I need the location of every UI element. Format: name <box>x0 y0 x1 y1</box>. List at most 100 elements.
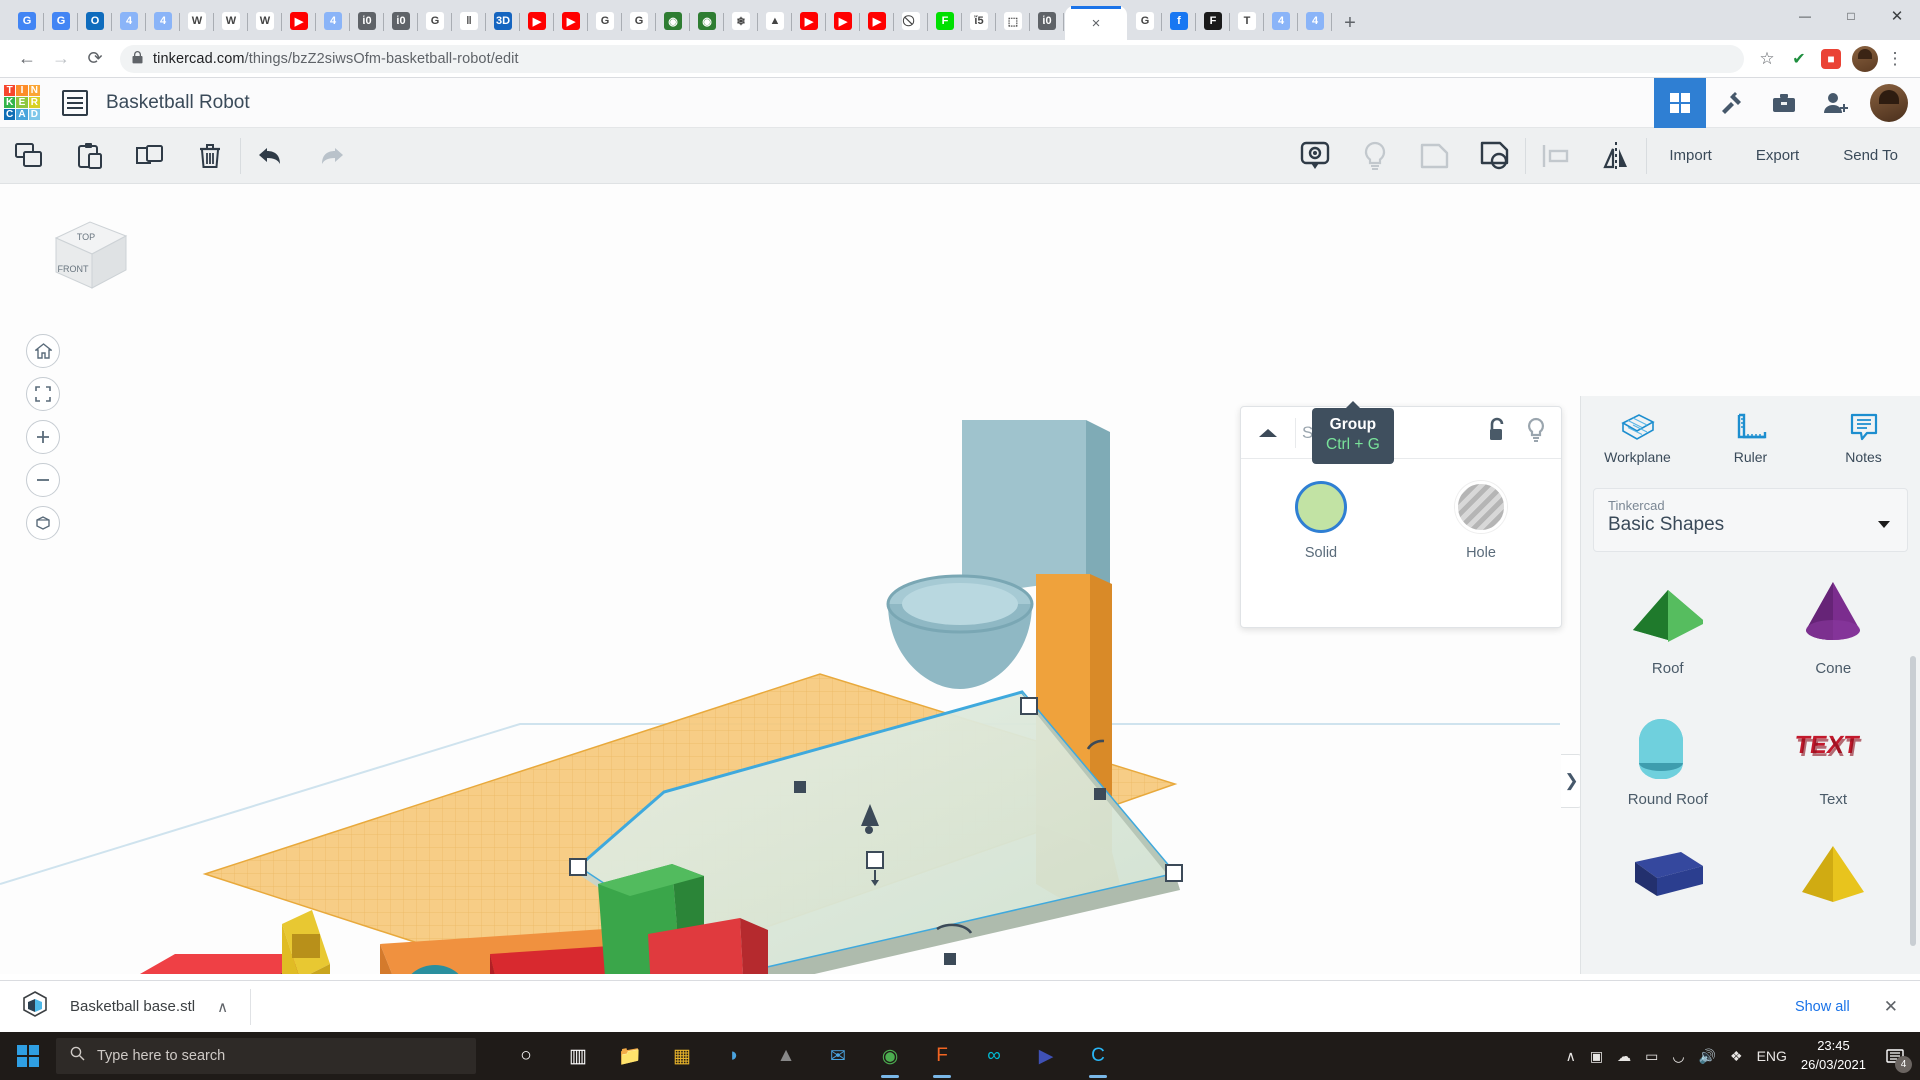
ruler-tool[interactable]: Ruler <box>1694 396 1807 482</box>
zoom-out-icon[interactable] <box>26 463 60 497</box>
show-all-downloads-button[interactable]: Show all <box>1781 992 1864 1022</box>
copy-button[interactable] <box>0 128 60 184</box>
shape-box-blue[interactable] <box>1585 838 1751 922</box>
add-user-icon[interactable] <box>1810 78 1862 128</box>
paste-button[interactable] <box>60 128 120 184</box>
fit-to-view-icon[interactable] <box>26 377 60 411</box>
redo-button[interactable] <box>301 128 361 184</box>
google-icon[interactable]: G <box>588 2 622 40</box>
notification-center-button[interactable]: 4 <box>1880 1041 1910 1071</box>
youtube-icon[interactable]: ▶ <box>554 2 588 40</box>
file-explorer-icon[interactable]: 📁 <box>608 1032 652 1080</box>
font-f-icon[interactable]: F <box>1196 2 1230 40</box>
hole-option[interactable]: Hole <box>1401 481 1561 561</box>
fortnite-f-icon[interactable]: F <box>928 2 962 40</box>
youtube-icon[interactable]: ▶ <box>282 2 316 40</box>
group-button[interactable] <box>1405 128 1465 184</box>
microsoft-store-icon[interactable]: ▦ <box>660 1032 704 1080</box>
reload-icon[interactable]: ⟳ <box>78 42 112 76</box>
workplane-tool[interactable]: Workplane <box>1581 396 1694 482</box>
language-indicator[interactable]: ENG <box>1757 1048 1787 1064</box>
chrome-icon[interactable]: ◉ <box>868 1032 912 1080</box>
shape-roof[interactable]: Roof <box>1585 576 1751 677</box>
show-hide-button[interactable] <box>1285 128 1345 184</box>
close-downloads-icon[interactable]: ✕ <box>1884 997 1898 1017</box>
export-button[interactable]: Export <box>1734 128 1821 184</box>
show-hidden-icons[interactable]: ∧ <box>1566 1048 1576 1065</box>
shape-library-select[interactable]: Tinkercad Basic Shapes <box>1593 488 1908 552</box>
back-icon[interactable]: ← <box>10 42 44 76</box>
bird-app-icon[interactable]: ◗ <box>712 1032 756 1080</box>
wikipedia-icon[interactable]: W <box>180 2 214 40</box>
profile-avatar-icon[interactable]: ὆4 <box>1298 2 1332 40</box>
page-title[interactable]: Basketball Robot <box>106 92 250 114</box>
tinkercad-logo[interactable]: TINKERCAD <box>4 85 40 121</box>
youtube-icon[interactable]: ▶ <box>860 2 894 40</box>
mirror-button[interactable] <box>1586 128 1646 184</box>
cortana-icon[interactable]: ○ <box>504 1032 548 1080</box>
import-button[interactable]: Import <box>1647 128 1734 184</box>
google-icon[interactable]: G <box>622 2 656 40</box>
globe-icon[interactable]: ἱ0 <box>1030 2 1064 40</box>
chrome-menu-icon[interactable]: ⋮ <box>1880 44 1910 74</box>
wikipedia-icon[interactable]: W <box>248 2 282 40</box>
address-bar[interactable]: tinkercad.com/things/bzZ2siwsOfm-basketb… <box>120 45 1744 73</box>
tinkercad-icon[interactable]: T <box>1230 2 1264 40</box>
chevron-up-icon[interactable]: ∧ <box>217 998 228 1016</box>
light-button[interactable] <box>1345 128 1405 184</box>
shape-cone[interactable]: Cone <box>1751 576 1917 677</box>
taskbar-search[interactable]: Type here to search <box>56 1038 476 1074</box>
notes-tool[interactable]: Notes <box>1807 396 1920 482</box>
bookmark-star-icon[interactable]: ☆ <box>1752 44 1782 74</box>
new-tab-button[interactable]: + <box>1336 9 1364 37</box>
google-icon[interactable]: G <box>1128 2 1162 40</box>
tomato-icon[interactable]: ἴ5 <box>962 2 996 40</box>
duplicate-button[interactable] <box>120 128 180 184</box>
shape-pyramid-yellow[interactable] <box>1751 838 1917 922</box>
circuit-app-icon[interactable]: C <box>1076 1032 1120 1080</box>
outlook-icon[interactable]: O <box>78 2 112 40</box>
chevron-down-icon[interactable] <box>1877 516 1891 534</box>
send-to-button[interactable]: Send To <box>1821 128 1920 184</box>
3d-canvas[interactable]: TOP FRONT Shape <box>0 184 1920 974</box>
globe-icon[interactable]: ἱ0 <box>350 2 384 40</box>
close-icon[interactable]: × <box>1092 16 1101 31</box>
lightbulb-icon[interactable] <box>1525 417 1547 448</box>
camera-icon[interactable]: ▣ <box>1590 1048 1603 1065</box>
extension-check-icon[interactable]: ✔ <box>1784 44 1814 74</box>
crop-icon[interactable]: ⬚ <box>996 2 1030 40</box>
design-list-icon[interactable] <box>62 90 88 116</box>
no-sync-icon[interactable]: ⃠ <box>894 2 928 40</box>
youtube-icon[interactable]: ▶ <box>792 2 826 40</box>
grid-view-icon[interactable] <box>1654 78 1706 128</box>
learn-icon[interactable] <box>1758 78 1810 128</box>
google-drive-icon[interactable]: ▲ <box>758 2 792 40</box>
extension-red-icon[interactable]: ■ <box>1816 44 1846 74</box>
google-translate-icon[interactable]: G <box>44 2 78 40</box>
solid-option[interactable]: Solid <box>1241 481 1401 561</box>
snowflake-icon[interactable]: ❄ <box>724 2 758 40</box>
align-button[interactable] <box>1526 128 1586 184</box>
vlc-icon[interactable]: ▲ <box>764 1032 808 1080</box>
onedrive-icon[interactable]: ☁ <box>1617 1048 1631 1065</box>
solid-swatch[interactable] <box>1295 481 1347 533</box>
wikipedia-icon[interactable]: W <box>214 2 248 40</box>
profile-avatar-icon[interactable]: ὆4 <box>316 2 350 40</box>
mail-icon[interactable]: ✉ <box>816 1032 860 1080</box>
ortho-perspective-icon[interactable] <box>26 506 60 540</box>
active-tab[interactable]: × <box>1065 6 1127 40</box>
dropbox-icon[interactable]: ❖ <box>1730 1048 1743 1065</box>
task-view-icon[interactable]: ▥ <box>556 1032 600 1080</box>
profile-avatar-icon[interactable]: ὆4 <box>146 2 180 40</box>
user-avatar[interactable] <box>1870 84 1908 122</box>
wifi-icon[interactable]: ◡ <box>1672 1048 1684 1065</box>
battery-icon[interactable]: ▭ <box>1645 1048 1658 1065</box>
sidebar-scrollbar[interactable] <box>1910 656 1916 946</box>
facebook-icon[interactable]: f <box>1162 2 1196 40</box>
seal-icon[interactable]: ◉ <box>690 2 724 40</box>
collapse-icon[interactable] <box>1241 427 1295 439</box>
unlock-icon[interactable] <box>1487 417 1509 448</box>
delete-button[interactable] <box>180 128 240 184</box>
maximize-button[interactable]: □ <box>1828 0 1874 32</box>
view-cube[interactable]: TOP FRONT <box>42 214 134 300</box>
